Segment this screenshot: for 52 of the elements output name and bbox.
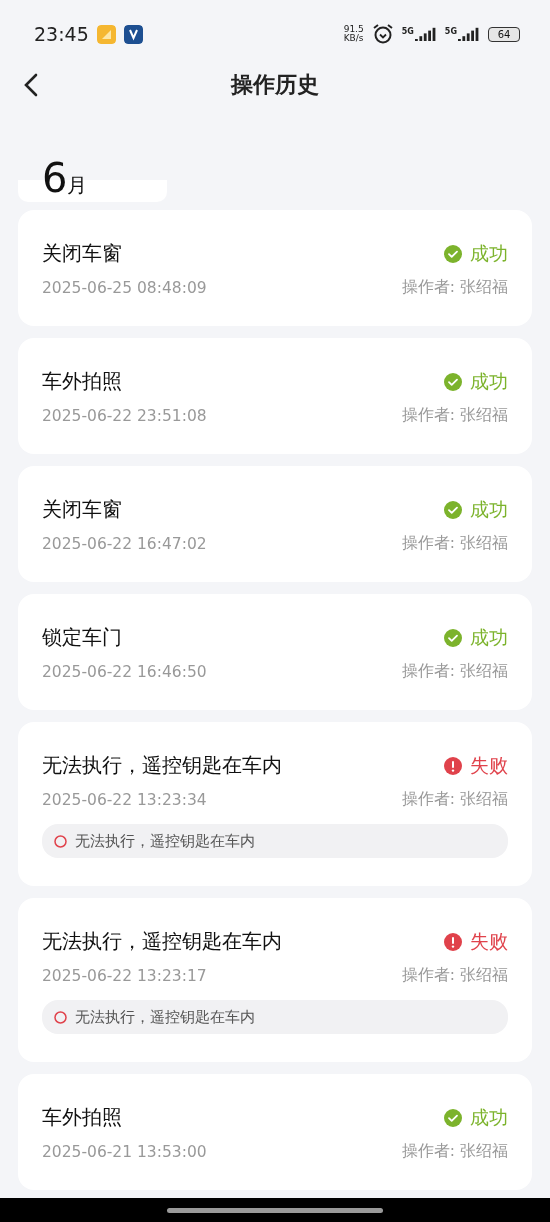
action-name: 锁定车门 bbox=[42, 624, 122, 651]
signal-icon bbox=[414, 27, 437, 41]
action-name: 车外拍照 bbox=[42, 368, 122, 395]
action-name: 无法执行，遥控钥匙在车内 bbox=[42, 928, 282, 955]
circle-icon bbox=[54, 834, 67, 848]
note-text: 无法执行，遥控钥匙在车内 bbox=[75, 831, 255, 851]
network-type: 5G bbox=[444, 27, 457, 36]
car-app-icon bbox=[123, 24, 143, 44]
signal-icon bbox=[458, 27, 480, 41]
status-label: 成功 bbox=[470, 496, 508, 522]
circle-icon bbox=[54, 1010, 67, 1024]
network-type: 5G bbox=[401, 27, 414, 36]
timestamp: 2025-06-22 13:23:17 bbox=[42, 966, 207, 985]
operator-label: 操作者: 张绍福 bbox=[401, 533, 508, 554]
timestamp: 2025-06-21 13:53:00 bbox=[42, 1142, 207, 1161]
action-name: 关闭车窗 bbox=[42, 496, 122, 523]
notes-app-icon bbox=[96, 24, 116, 44]
check-circle-icon bbox=[444, 244, 462, 263]
status-label: 成功 bbox=[470, 368, 508, 394]
status-label: 成功 bbox=[470, 240, 508, 266]
status-label: 成功 bbox=[470, 624, 508, 650]
check-circle-icon bbox=[444, 500, 462, 519]
alert-circle-icon bbox=[444, 932, 462, 951]
status-time: 23:45 bbox=[34, 23, 89, 45]
check-circle-icon bbox=[444, 1108, 462, 1127]
operator-label: 操作者: 张绍福 bbox=[401, 965, 508, 986]
operator-label: 操作者: 张绍福 bbox=[401, 1141, 508, 1162]
timestamp: 2025-06-22 16:47:02 bbox=[42, 534, 207, 553]
operator-label: 操作者: 张绍福 bbox=[401, 277, 508, 298]
status-label: 成功 bbox=[470, 1104, 508, 1130]
timestamp: 2025-06-25 08:48:09 bbox=[42, 278, 207, 297]
back-icon[interactable] bbox=[22, 72, 40, 98]
note-text: 无法执行，遥控钥匙在车内 bbox=[75, 1007, 255, 1027]
action-name: 无法执行，遥控钥匙在车内 bbox=[42, 752, 282, 779]
check-circle-icon bbox=[444, 628, 462, 647]
operator-label: 操作者: 张绍福 bbox=[401, 661, 508, 682]
timestamp: 2025-06-22 16:46:50 bbox=[42, 662, 207, 681]
action-name: 车外拍照 bbox=[42, 1104, 122, 1131]
operator-label: 操作者: 张绍福 bbox=[401, 789, 508, 810]
check-circle-icon bbox=[444, 372, 462, 391]
page-title: 操作历史 bbox=[231, 71, 319, 99]
status-label: 失败 bbox=[470, 928, 508, 954]
alert-circle-icon bbox=[444, 756, 462, 775]
operator-label: 操作者: 张绍福 bbox=[401, 405, 508, 426]
alarm-icon bbox=[371, 23, 394, 45]
network-speed: 91.5 KB/s bbox=[343, 25, 364, 43]
timestamp: 2025-06-22 13:23:34 bbox=[42, 790, 207, 809]
status-label: 失败 bbox=[470, 752, 508, 778]
home-indicator[interactable] bbox=[167, 1207, 383, 1213]
battery-indicator: 64 bbox=[488, 26, 520, 42]
action-name: 关闭车窗 bbox=[42, 240, 122, 267]
timestamp: 2025-06-22 23:51:08 bbox=[42, 406, 207, 425]
